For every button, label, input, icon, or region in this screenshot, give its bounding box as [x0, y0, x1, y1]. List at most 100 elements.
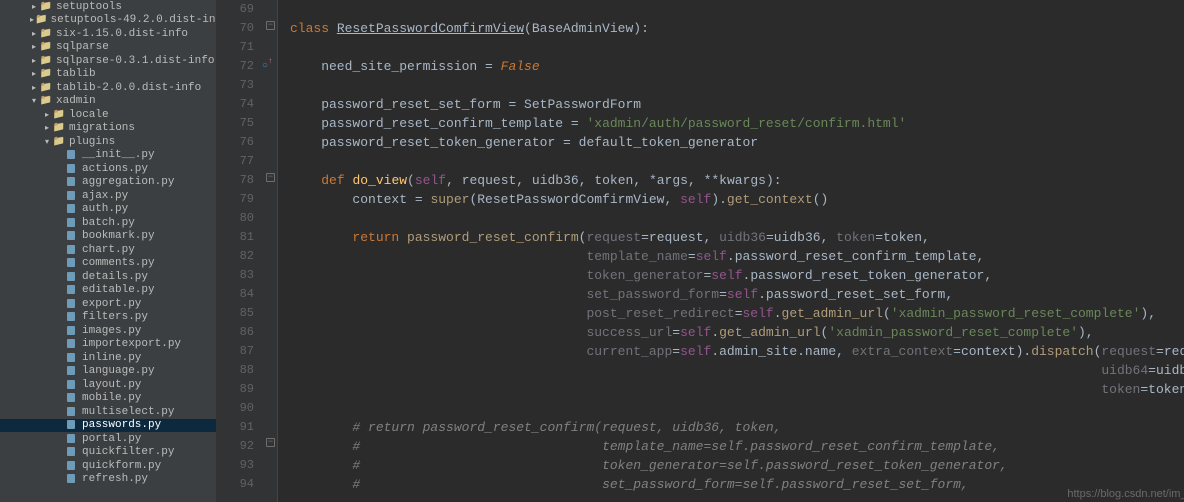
- python-file-icon: [65, 311, 79, 323]
- code-line[interactable]: post_reset_redirect=self.get_admin_url('…: [290, 304, 1184, 323]
- tree-item[interactable]: filters.py: [0, 311, 216, 325]
- tree-item[interactable]: bookmark.py: [0, 230, 216, 244]
- tree-item[interactable]: details.py: [0, 270, 216, 284]
- expand-icon[interactable]: [30, 96, 38, 106]
- tree-item[interactable]: tablib: [0, 68, 216, 82]
- fold-column[interactable]: − − −: [264, 0, 278, 502]
- tree-item-label: tablib: [56, 68, 96, 80]
- code-line[interactable]: set_password_form=self.password_reset_se…: [290, 285, 1184, 304]
- tree-item[interactable]: ajax.py: [0, 189, 216, 203]
- fold-icon[interactable]: −: [266, 173, 275, 182]
- code-line[interactable]: [290, 0, 1184, 19]
- python-file-icon: [65, 406, 79, 418]
- code-line[interactable]: return password_reset_confirm(request=re…: [290, 228, 1184, 247]
- code-line[interactable]: success_url=self.get_admin_url('xadmin_p…: [290, 323, 1184, 342]
- tree-item[interactable]: setuptools: [0, 0, 216, 14]
- tree-item[interactable]: quickfilter.py: [0, 446, 216, 460]
- expand-icon[interactable]: [30, 42, 38, 52]
- tree-item[interactable]: refresh.py: [0, 473, 216, 487]
- tree-item[interactable]: auth.py: [0, 203, 216, 217]
- code-line[interactable]: class ResetPasswordComfirmView(BaseAdmin…: [290, 19, 1184, 38]
- code-line[interactable]: token=token): [290, 380, 1184, 399]
- code-line[interactable]: password_reset_confirm_template = 'xadmi…: [290, 114, 1184, 133]
- tree-item[interactable]: chart.py: [0, 243, 216, 257]
- expand-icon[interactable]: [43, 137, 51, 147]
- code-line[interactable]: # token_generator=self.password_reset_to…: [290, 456, 1184, 475]
- expand-icon[interactable]: [30, 2, 38, 12]
- python-file-icon: [65, 163, 79, 175]
- expand-icon[interactable]: [30, 29, 38, 39]
- tree-item[interactable]: importexport.py: [0, 338, 216, 352]
- tree-item-label: auth.py: [82, 203, 128, 215]
- tree-item[interactable]: migrations: [0, 122, 216, 136]
- tree-item-label: passwords.py: [82, 419, 161, 431]
- tree-item[interactable]: __init__.py: [0, 149, 216, 163]
- fold-icon[interactable]: −: [266, 21, 275, 30]
- expand-icon[interactable]: [43, 123, 51, 133]
- tree-item[interactable]: inline.py: [0, 351, 216, 365]
- tree-item[interactable]: quickform.py: [0, 459, 216, 473]
- tree-item-label: quickform.py: [82, 460, 161, 472]
- line-gutter: 6970717273747576777879808182838485868788…: [216, 0, 264, 502]
- tree-item[interactable]: locale: [0, 108, 216, 122]
- python-file-icon: [65, 392, 79, 404]
- tree-item-label: tablib-2.0.0.dist-info: [56, 82, 201, 94]
- line-number: 90: [216, 399, 264, 418]
- tree-item[interactable]: plugins: [0, 135, 216, 149]
- code-line[interactable]: password_reset_set_form = SetPasswordFor…: [290, 95, 1184, 114]
- tree-item[interactable]: actions.py: [0, 162, 216, 176]
- code-line[interactable]: context = super(ResetPasswordComfirmView…: [290, 190, 1184, 209]
- expand-icon[interactable]: [43, 110, 51, 120]
- tree-item-label: portal.py: [82, 433, 141, 445]
- code-line[interactable]: # return password_reset_confirm(request,…: [290, 418, 1184, 437]
- code-line[interactable]: current_app=self.admin_site.name, extra_…: [290, 342, 1184, 361]
- folder-icon: [39, 1, 53, 13]
- tree-item[interactable]: tablib-2.0.0.dist-info: [0, 81, 216, 95]
- tree-item[interactable]: comments.py: [0, 257, 216, 271]
- code-line[interactable]: [290, 399, 1184, 418]
- code-line[interactable]: # template_name=self.password_reset_conf…: [290, 437, 1184, 456]
- tree-item[interactable]: sqlparse-0.3.1.dist-info: [0, 54, 216, 68]
- code-line[interactable]: uidb64=uidb36,: [290, 361, 1184, 380]
- code-line[interactable]: [290, 76, 1184, 95]
- tree-item[interactable]: multiselect.py: [0, 405, 216, 419]
- tree-item[interactable]: layout.py: [0, 378, 216, 392]
- tree-item[interactable]: portal.py: [0, 432, 216, 446]
- tree-item[interactable]: six-1.15.0.dist-info: [0, 27, 216, 41]
- override-icon[interactable]: [262, 58, 272, 68]
- tree-item[interactable]: mobile.py: [0, 392, 216, 406]
- fold-icon[interactable]: −: [266, 438, 275, 447]
- tree-item[interactable]: aggregation.py: [0, 176, 216, 190]
- expand-icon[interactable]: [30, 69, 38, 79]
- code-line[interactable]: need_site_permission = False: [290, 57, 1184, 76]
- code-line[interactable]: password_reset_token_generator = default…: [290, 133, 1184, 152]
- line-number: 72: [216, 57, 264, 76]
- expand-icon[interactable]: [30, 56, 38, 66]
- tree-item[interactable]: editable.py: [0, 284, 216, 298]
- tree-item[interactable]: language.py: [0, 365, 216, 379]
- code-editor[interactable]: 6970717273747576777879808182838485868788…: [216, 0, 1184, 502]
- code-line[interactable]: # set_password_form=self.password_reset_…: [290, 475, 1184, 494]
- code-line[interactable]: [290, 38, 1184, 57]
- expand-icon[interactable]: [30, 83, 38, 93]
- code-line[interactable]: template_name=self.password_reset_confir…: [290, 247, 1184, 266]
- tree-item[interactable]: export.py: [0, 297, 216, 311]
- tree-item-label: filters.py: [82, 311, 148, 323]
- tree-item[interactable]: passwords.py: [0, 419, 216, 433]
- tree-item[interactable]: xadmin: [0, 95, 216, 109]
- code-line[interactable]: token_generator=self.password_reset_toke…: [290, 266, 1184, 285]
- tree-item[interactable]: sqlparse: [0, 41, 216, 55]
- tree-item[interactable]: batch.py: [0, 216, 216, 230]
- code-line[interactable]: [290, 152, 1184, 171]
- tree-item[interactable]: setuptools-49.2.0.dist-info: [0, 14, 216, 28]
- tree-item-label: batch.py: [82, 217, 135, 229]
- line-number: 83: [216, 266, 264, 285]
- code-area[interactable]: class ResetPasswordComfirmView(BaseAdmin…: [278, 0, 1184, 502]
- folder-icon: [52, 136, 66, 148]
- code-line[interactable]: def do_view(self, request, uidb36, token…: [290, 171, 1184, 190]
- expand-icon[interactable]: [30, 15, 34, 25]
- tree-item-label: inline.py: [82, 352, 141, 364]
- project-tree[interactable]: setuptoolssetuptools-49.2.0.dist-infosix…: [0, 0, 216, 502]
- code-line[interactable]: [290, 209, 1184, 228]
- tree-item[interactable]: images.py: [0, 324, 216, 338]
